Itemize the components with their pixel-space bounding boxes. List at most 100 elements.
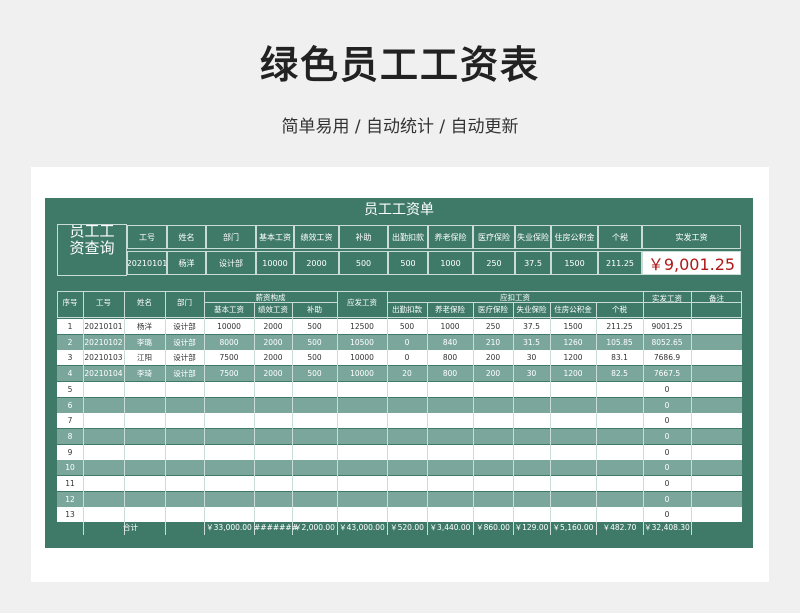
table-cell: [691, 429, 742, 444]
table-cell: [165, 382, 204, 397]
table-cell: 0: [404, 353, 410, 363]
table-cell: [337, 413, 387, 428]
table-cell: [513, 445, 550, 460]
grid-line: [513, 302, 514, 535]
table-cell: [691, 476, 742, 491]
query-value-cell: 250: [473, 251, 515, 275]
column-header: 个税: [612, 305, 627, 314]
totals-cell: ￥32,408.30: [644, 523, 690, 532]
table-cell: 0: [664, 400, 670, 410]
column-header: 出勤扣款: [392, 305, 422, 314]
table-cell: [513, 429, 550, 444]
table-cell: 800: [442, 353, 458, 363]
table-cell: 设计部: [173, 322, 196, 331]
table-cell: 江阳: [137, 353, 152, 363]
totals-cell: ￥5,160.00: [552, 523, 594, 532]
table-cell: [165, 398, 204, 413]
table-cell: [337, 492, 387, 507]
query-value-cell: 20210101: [127, 251, 167, 275]
table-cell: [124, 445, 165, 460]
table-cell: 1200: [563, 353, 583, 363]
table-cell: 8000: [219, 337, 239, 347]
query-value-cell: 2000: [294, 251, 339, 275]
table-cell: [473, 429, 513, 444]
table-cell: [473, 492, 513, 507]
table-cell: 0: [664, 447, 670, 457]
table-cell: [427, 445, 473, 460]
table-row: 2 20210102 李璐 设计部 8000 2000 500 10500 0 840 210 31.…: [57, 334, 742, 350]
table-cell: [550, 429, 596, 444]
query-header-cell: 工号: [127, 225, 167, 249]
table-cell: [473, 445, 513, 460]
table-cell: [204, 413, 254, 428]
table-cell: [473, 476, 513, 491]
table-cell: [473, 460, 513, 475]
query-value-cell: 500: [388, 251, 428, 275]
table-cell: [513, 413, 550, 428]
table-cell: 10000: [217, 322, 241, 331]
page-title: 绿色员工工资表: [259, 43, 540, 87]
table-cell: 105.85: [606, 337, 633, 347]
table-cell: [596, 429, 643, 444]
table-cell: [596, 492, 643, 507]
query-value-cell: 10000: [256, 251, 294, 275]
grid-line: [204, 291, 205, 535]
table-cell: [691, 398, 742, 413]
query-header-cell: 实发工资: [642, 225, 741, 249]
table-cell: [204, 429, 254, 444]
table-cell: [550, 398, 596, 413]
query-header-cell: 出勤扣款: [388, 225, 428, 249]
query-label: 员工工资查询: [57, 224, 127, 276]
table-cell: [550, 445, 596, 460]
table-cell: [427, 460, 473, 475]
grid-line: [596, 302, 597, 535]
table-cell: [292, 429, 337, 444]
column-header: 应发工资: [347, 298, 377, 307]
table-cell: [292, 382, 337, 397]
table-cell: [83, 398, 124, 413]
totals-cell: ￥860.00: [476, 523, 510, 532]
grid-line: [473, 302, 474, 535]
column-header: 序号: [62, 298, 78, 307]
table-cell: 7: [67, 416, 73, 426]
table-cell: [550, 382, 596, 397]
table-cell: [387, 429, 427, 444]
table-cell: 1200: [563, 369, 583, 379]
grid-line: [387, 291, 388, 535]
query-value-cell: 设计部: [206, 251, 256, 275]
table-cell: [387, 413, 427, 428]
table-cell: 200: [485, 353, 501, 363]
table-cell: [387, 445, 427, 460]
table-cell: 2: [67, 337, 73, 347]
table-cell: [337, 460, 387, 475]
table-cell: 37.5: [523, 322, 540, 331]
table-cell: 500: [307, 322, 322, 331]
query-header-cell: 姓名: [167, 225, 206, 249]
table-cell: 9001.25: [651, 322, 683, 331]
table-cell: 10500: [350, 337, 374, 347]
table-cell: 31.5: [523, 337, 540, 347]
grid-line: [165, 291, 166, 535]
table-cell: [254, 445, 292, 460]
table-cell: 6: [67, 400, 73, 410]
column-header: 养老保险: [435, 305, 465, 314]
column-header: 补助: [307, 305, 322, 314]
table-cell: [83, 460, 124, 475]
table-cell: [254, 429, 292, 444]
totals-cell: ￥129.00: [514, 523, 549, 532]
table-cell: 10000: [350, 353, 374, 363]
table-cell: 7686.9: [653, 353, 681, 363]
table-cell: 0: [664, 463, 670, 473]
table-cell: [337, 445, 387, 460]
table-cell: 设计部: [173, 369, 196, 379]
table-cell: [337, 398, 387, 413]
table-cell: [165, 445, 204, 460]
query-header-cell: 医疗保险: [473, 225, 515, 249]
table-cell: [204, 492, 254, 507]
table-cell: 李璐: [137, 337, 152, 347]
header-divider: [643, 302, 742, 303]
table-cell: 0: [664, 416, 670, 426]
table-cell: [165, 429, 204, 444]
grid-line: [254, 302, 255, 535]
table-row: 3 20210103 江阳 设计部 7500 2000 500 10000 0 800 200 30 1…: [57, 350, 742, 366]
